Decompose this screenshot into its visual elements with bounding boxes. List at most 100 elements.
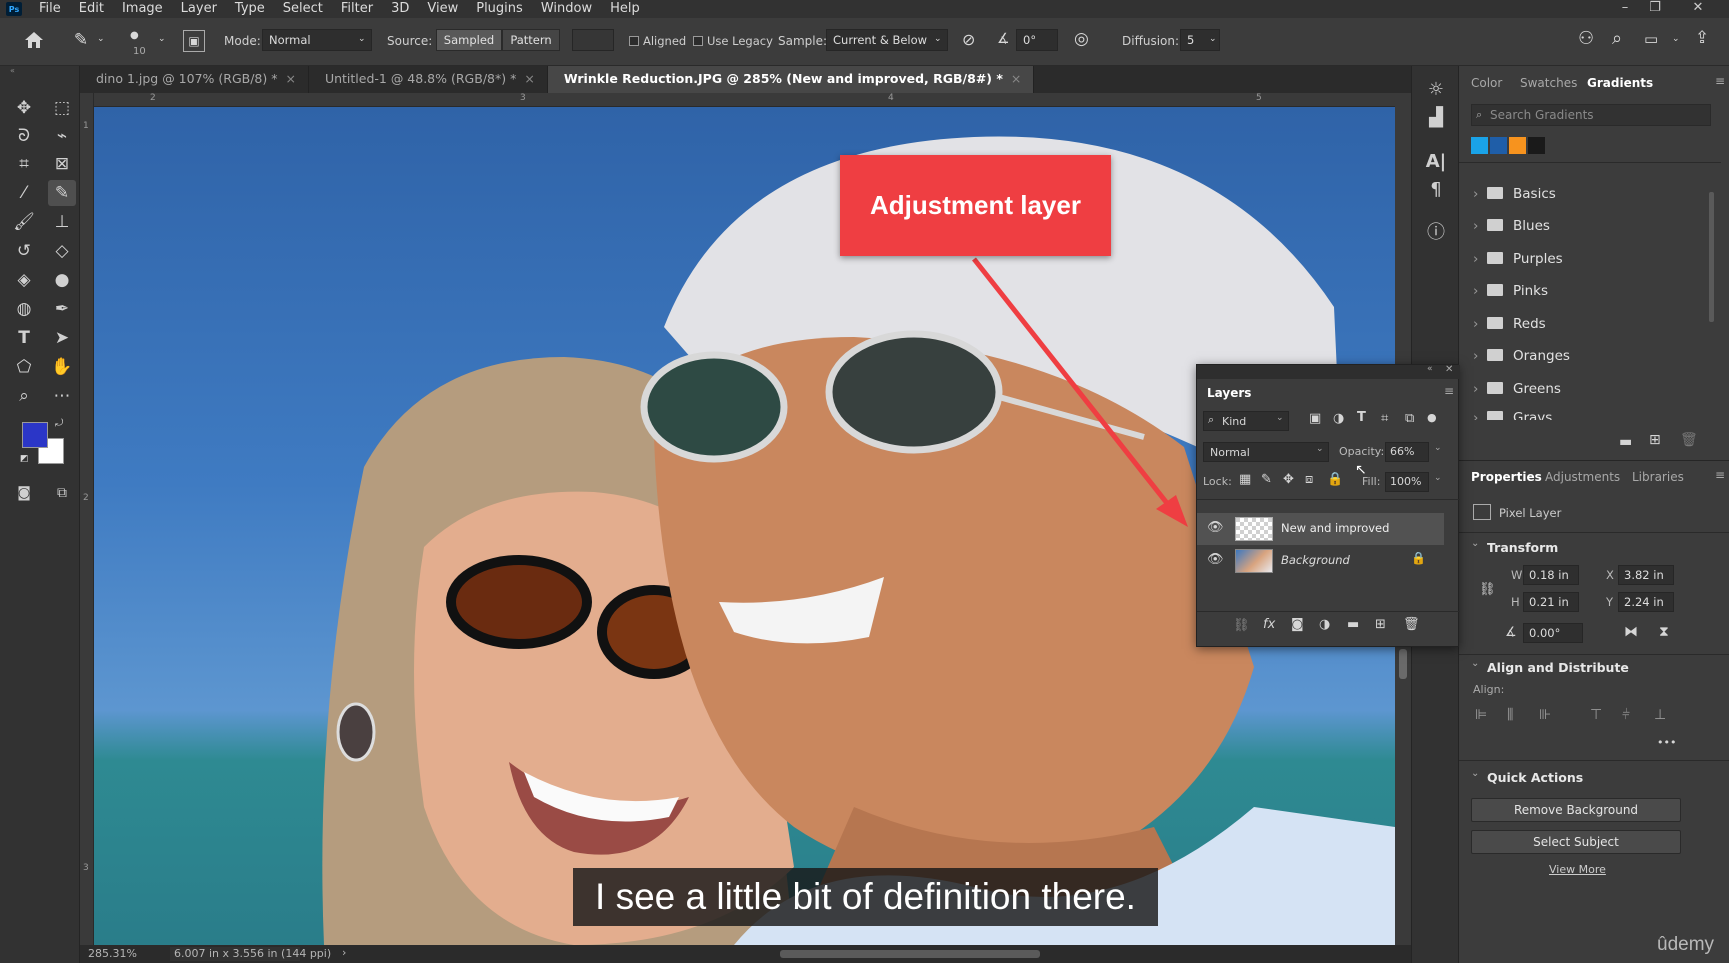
brush-dot-icon[interactable]: ● bbox=[130, 30, 139, 41]
fill-input[interactable]: 100% bbox=[1385, 472, 1429, 492]
use-legacy-checkbox[interactable] bbox=[693, 36, 703, 46]
gradient-folder-pinks[interactable]: › Pinks bbox=[1473, 277, 1713, 305]
chevron-down-icon[interactable]: ⌄ bbox=[358, 34, 366, 44]
y-input[interactable]: 2.24 in bbox=[1618, 592, 1674, 612]
lock-transparent-icon[interactable]: ▦ bbox=[1239, 472, 1251, 487]
remove-background-button[interactable]: Remove Background bbox=[1471, 798, 1681, 822]
eraser-tool-icon[interactable]: ◇ bbox=[48, 238, 76, 264]
chevron-down-icon[interactable]: ⌄ bbox=[1209, 34, 1217, 44]
chevron-down-icon[interactable]: ⌄ bbox=[1471, 658, 1479, 669]
chevron-down-icon[interactable]: ⌄ bbox=[158, 34, 166, 44]
brightness-icon[interactable]: ☼ bbox=[1422, 76, 1450, 104]
horizontal-scroll-thumb[interactable] bbox=[780, 950, 1040, 958]
menu-file[interactable]: File bbox=[30, 0, 70, 18]
more-tools-icon[interactable]: ⋯ bbox=[48, 383, 76, 409]
search-icon[interactable]: ⌕ bbox=[1612, 28, 1622, 49]
gradient-folder-blues[interactable]: › Blues bbox=[1473, 212, 1713, 240]
gradient-folder-reds[interactable]: › Reds bbox=[1473, 310, 1713, 338]
blend-mode-select[interactable]: Normal ⌄ bbox=[1203, 442, 1329, 462]
gradient-preset[interactable] bbox=[1528, 137, 1545, 154]
brush-settings-icon[interactable]: ▣ bbox=[183, 30, 205, 52]
x-input[interactable]: 3.82 in bbox=[1618, 565, 1674, 585]
gradient-folder-grays[interactable]: › Grays bbox=[1473, 404, 1713, 420]
zoom-level[interactable]: 285.31% bbox=[88, 947, 137, 960]
lasso-tool-icon[interactable]: ᘐ bbox=[10, 123, 38, 149]
lock-artboard-icon[interactable]: ⧈ bbox=[1305, 472, 1313, 487]
gradient-folder-purples[interactable]: › Purples bbox=[1473, 245, 1713, 273]
trash-icon[interactable]: 🗑 bbox=[1680, 432, 1698, 448]
menu-type[interactable]: Type bbox=[226, 0, 274, 18]
quick-mask-icon[interactable]: ◙ bbox=[10, 480, 38, 506]
flip-horizontal-icon[interactable]: ⧓ bbox=[1624, 624, 1638, 640]
crop-tool-icon[interactable]: ⌗ bbox=[10, 151, 38, 177]
tab-properties[interactable]: Properties bbox=[1471, 470, 1542, 484]
menu-view[interactable]: View bbox=[418, 0, 467, 18]
document-info[interactable]: 6.007 in x 3.556 in (144 ppi) bbox=[174, 947, 331, 960]
link-layers-icon[interactable]: ⛓ bbox=[1233, 618, 1250, 633]
lock-all-icon[interactable]: 🔒 bbox=[1327, 472, 1343, 487]
menu-window[interactable]: Window bbox=[532, 0, 601, 18]
layers-title[interactable]: Layers bbox=[1207, 386, 1251, 400]
frame-tool-icon[interactable]: ⊠ bbox=[48, 151, 76, 177]
history-brush-tool-icon[interactable]: ↺ bbox=[10, 238, 38, 264]
pen-tool-icon[interactable]: ✒ bbox=[48, 296, 76, 322]
tab-color[interactable]: Color bbox=[1471, 76, 1502, 90]
doc-tab-dino[interactable]: dino 1.jpg @ 107% (RGB/8) * × bbox=[80, 66, 309, 93]
filter-shape-icon[interactable]: ⌗ bbox=[1381, 411, 1388, 426]
align-left-icon[interactable]: ⊫ bbox=[1475, 707, 1487, 723]
gradients-scrollbar[interactable] bbox=[1709, 192, 1714, 322]
spot-healing-brush-icon[interactable]: ✎ bbox=[68, 30, 94, 54]
collapse-icon[interactable]: « bbox=[1427, 364, 1433, 374]
home-icon[interactable] bbox=[20, 30, 48, 54]
scroll-thumb[interactable] bbox=[1399, 649, 1407, 679]
width-input[interactable]: 0.18 in bbox=[1523, 565, 1579, 585]
aligned-checkbox[interactable] bbox=[629, 36, 639, 46]
doc-tab-wrinkle-reduction[interactable]: Wrinkle Reduction.JPG @ 285% (New and im… bbox=[547, 66, 1035, 93]
flip-vertical-icon[interactable]: ⧗ bbox=[1659, 624, 1669, 640]
filter-pixel-icon[interactable]: ▣ bbox=[1309, 411, 1321, 426]
screen-mode-icon[interactable]: ⧉ bbox=[48, 480, 76, 506]
chevron-down-icon[interactable]: ⌄ bbox=[1434, 443, 1442, 453]
select-subject-button[interactable]: Select Subject bbox=[1471, 830, 1681, 854]
fx-icon[interactable]: fx bbox=[1263, 617, 1275, 632]
filter-adjustment-icon[interactable]: ◑ bbox=[1333, 411, 1344, 426]
gradient-folder-greens[interactable]: › Greens bbox=[1473, 375, 1713, 403]
path-select-tool-icon[interactable]: ➤ bbox=[48, 325, 76, 351]
chevron-down-icon[interactable]: ⌄ bbox=[1471, 768, 1479, 779]
foreground-color-swatch[interactable] bbox=[22, 422, 48, 448]
mode-select[interactable]: Normal bbox=[262, 29, 372, 51]
menu-image[interactable]: Image bbox=[113, 0, 172, 18]
tab-gradients[interactable]: Gradients bbox=[1587, 76, 1653, 90]
align-center-h-icon[interactable]: ⫼ bbox=[1507, 707, 1513, 723]
tab-libraries[interactable]: Libraries bbox=[1632, 470, 1684, 484]
share-icon[interactable]: ⚇ bbox=[1578, 28, 1594, 49]
gradient-folder-oranges[interactable]: › Oranges bbox=[1473, 342, 1713, 370]
ignore-adjustment-layers-icon[interactable]: ⊘ bbox=[962, 30, 975, 49]
gradient-preset[interactable] bbox=[1490, 137, 1507, 154]
tab-swatches[interactable]: Swatches bbox=[1520, 76, 1577, 90]
align-top-icon[interactable]: ⊤ bbox=[1590, 707, 1602, 723]
menu-edit[interactable]: Edit bbox=[70, 0, 113, 18]
character-icon[interactable]: A| bbox=[1422, 148, 1450, 176]
type-tool-icon[interactable]: T bbox=[10, 325, 38, 351]
trash-icon[interactable]: 🗑 bbox=[1403, 617, 1420, 632]
layer-name[interactable]: Background bbox=[1281, 553, 1350, 567]
height-input[interactable]: 0.21 in bbox=[1523, 592, 1579, 612]
align-middle-icon[interactable]: ⫩ bbox=[1622, 707, 1630, 723]
lock-image-icon[interactable]: ✎ bbox=[1261, 472, 1272, 487]
quick-select-tool-icon[interactable]: ⌁ bbox=[48, 123, 76, 149]
layer-row-background[interactable]: 👁 Background 🔒 bbox=[1197, 545, 1444, 577]
doc-tab-untitled[interactable]: Untitled-1 @ 48.8% (RGB/8*) * × bbox=[309, 66, 548, 93]
pressure-size-icon[interactable]: ◎ bbox=[1074, 29, 1089, 49]
panel-menu-icon[interactable]: ≡ bbox=[1444, 384, 1454, 398]
close-icon[interactable]: × bbox=[1011, 71, 1021, 86]
menu-filter[interactable]: Filter bbox=[332, 0, 382, 18]
move-tool-icon[interactable]: ✥ bbox=[10, 95, 38, 121]
close-window-button[interactable]: ✕ bbox=[1683, 0, 1713, 18]
marquee-tool-icon[interactable]: ⬚ bbox=[48, 95, 76, 121]
opacity-input[interactable]: 66% bbox=[1385, 442, 1429, 462]
close-icon[interactable]: × bbox=[285, 71, 295, 86]
histogram-icon[interactable]: ▟ bbox=[1422, 104, 1450, 132]
sample-select[interactable]: Current & Below bbox=[826, 29, 948, 51]
more-options-icon[interactable]: ••• bbox=[1657, 736, 1676, 749]
